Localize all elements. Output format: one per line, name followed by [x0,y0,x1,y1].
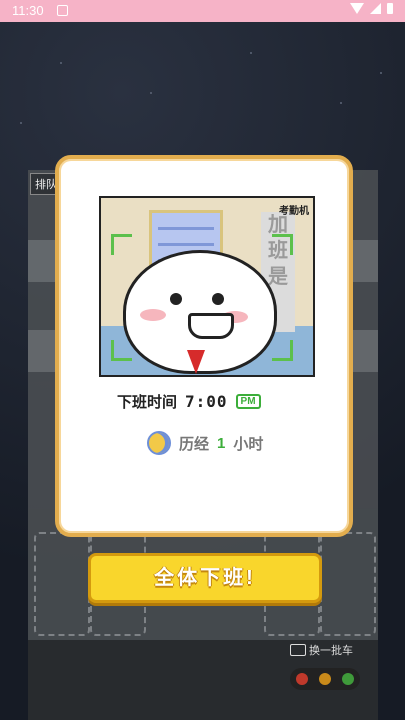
green-light-icon [342,673,355,685]
star [380,72,382,74]
battery-icon [387,3,393,14]
star [20,122,22,124]
elapsed-unit: 小时 [233,435,264,453]
moon-icon [147,431,171,455]
eye [212,293,224,305]
status-icons [350,3,393,14]
elapsed-prefix: 历经 [179,435,210,453]
swap-cars-label: 换一批车 [309,645,353,657]
elapsed-hours: 1 [217,434,226,452]
notification-icon [57,5,68,16]
attendance-machine-label: 考勤机 [279,206,309,217]
grin [188,313,234,339]
parking-slot [34,532,90,636]
video-icon [290,644,306,656]
traffic-light [290,668,360,690]
star [150,92,152,94]
scan-corner-icon [272,340,293,361]
scan-corner-icon [272,234,293,255]
wifi-icon [350,3,364,14]
scan-corner-icon [111,234,132,255]
meridiem-badge: PM [235,394,261,409]
elapsed-row: 历经 1 小时 [147,431,263,455]
star [340,102,342,104]
off-work-label: 下班时间 [117,394,178,411]
star [60,62,62,64]
red-tie [187,350,205,374]
status-time: 11:30 [12,3,44,18]
off-work-clock: 7:00 [185,392,228,411]
attendance-illustration: 加班是 考勤机 [99,196,315,377]
swap-cars-button[interactable]: 换一批车 [290,642,353,658]
blush [140,309,166,321]
red-light-icon [295,673,308,685]
off-work-time-row: 下班时间 7:00 PM [117,391,261,412]
star [250,52,252,54]
parking-slot [320,532,376,636]
all-off-work-button[interactable]: 全体下班! [88,553,322,603]
yellow-light-icon [318,673,331,685]
status-bar: 11:30 [0,0,405,22]
eye [170,293,182,305]
off-work-dialog: 加班是 考勤机 下班时间 7:00 PM 历经 1 小时 [55,155,353,537]
signal-icon [370,3,381,14]
